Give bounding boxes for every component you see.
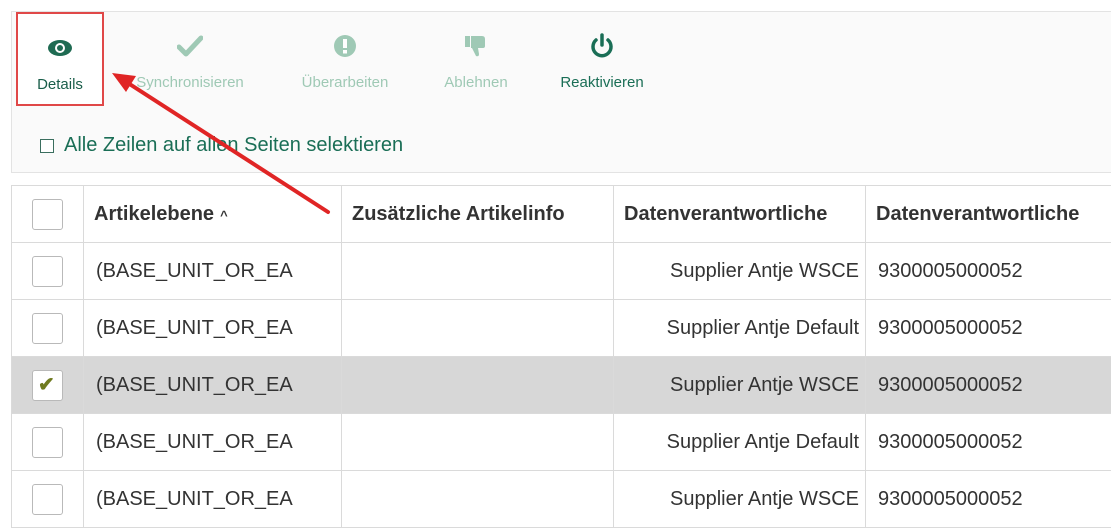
article-level-cell: (BASE_UNIT_OR_EA xyxy=(84,300,342,357)
row-select-cell xyxy=(12,414,84,471)
row-checkbox[interactable] xyxy=(32,484,63,515)
revise-label: Überarbeiten xyxy=(302,74,389,91)
article-level-cell: (BASE_UNIT_OR_EA xyxy=(84,414,342,471)
row-checkbox-checked[interactable]: ✔ xyxy=(32,370,63,401)
action-toolbar: Details Synchronisieren Überarbeiten xyxy=(12,12,1111,108)
select-all-checkbox[interactable] xyxy=(40,139,54,153)
column-header-additional-info[interactable]: Zusätzliche Artikelinfo xyxy=(342,186,614,243)
header-checkbox[interactable] xyxy=(32,199,63,230)
data-owner-cell: Supplier Antje WSCE xyxy=(614,471,866,528)
synchronize-label: Synchronisieren xyxy=(136,74,244,91)
additional-info-cell xyxy=(342,300,614,357)
data-owner-gln-cell: 9300005000052 xyxy=(866,357,1111,414)
data-owner-gln-cell: 9300005000052 xyxy=(866,414,1111,471)
toolbar-panel: Details Synchronisieren Überarbeiten xyxy=(11,11,1111,173)
table-row[interactable]: (BASE_UNIT_OR_EA Supplier Antje WSCE 930… xyxy=(12,471,1111,528)
reactivate-button[interactable]: Reaktivieren xyxy=(542,12,662,106)
reactivate-label: Reaktivieren xyxy=(560,74,643,91)
eye-icon xyxy=(47,34,73,62)
data-owner-gln-cell: 9300005000052 xyxy=(866,471,1111,528)
select-all-rows[interactable]: Alle Zeilen auf allen Seiten selektieren xyxy=(40,134,403,157)
table-row[interactable]: (BASE_UNIT_OR_EA Supplier Antje WSCE 930… xyxy=(12,243,1111,300)
data-owner-gln-cell: 9300005000052 xyxy=(866,300,1111,357)
column-header-data-owner-gln[interactable]: Datenverantwortliche xyxy=(866,186,1111,243)
additional-info-cell xyxy=(342,243,614,300)
additional-info-cell xyxy=(342,414,614,471)
data-owner-cell: Supplier Antje Default xyxy=(614,300,866,357)
additional-info-cell xyxy=(342,471,614,528)
reject-label: Ablehnen xyxy=(444,74,507,91)
row-select-cell: ✔ xyxy=(12,357,84,414)
article-level-cell: (BASE_UNIT_OR_EA xyxy=(84,357,342,414)
row-checkbox[interactable] xyxy=(32,313,63,344)
checkmark-icon: ✔ xyxy=(38,375,55,395)
data-owner-cell: Supplier Antje WSCE xyxy=(614,243,866,300)
thumbs-down-icon xyxy=(464,32,488,60)
sort-ascending-icon: ^ xyxy=(220,208,228,223)
checkmark-icon xyxy=(177,32,203,60)
table-row[interactable]: (BASE_UNIT_OR_EA Supplier Antje Default … xyxy=(12,414,1111,471)
exclamation-icon xyxy=(333,32,357,60)
additional-info-cell xyxy=(342,357,614,414)
row-checkbox[interactable] xyxy=(32,427,63,458)
data-owner-cell: Supplier Antje Default xyxy=(614,414,866,471)
data-owner-gln-cell: 9300005000052 xyxy=(866,243,1111,300)
header-select-cell xyxy=(12,186,84,243)
row-select-cell xyxy=(12,243,84,300)
article-level-cell: (BASE_UNIT_OR_EA xyxy=(84,243,342,300)
row-checkbox[interactable] xyxy=(32,256,63,287)
data-owner-cell: Supplier Antje WSCE xyxy=(614,357,866,414)
details-button[interactable]: Details xyxy=(16,12,104,106)
column-header-article-level[interactable]: Artikelebene^ xyxy=(84,186,342,243)
column-header-data-owner[interactable]: Datenverantwortliche xyxy=(614,186,866,243)
table-row-selected[interactable]: ✔ (BASE_UNIT_OR_EA Supplier Antje WSCE 9… xyxy=(12,357,1111,414)
table-header-row: Artikelebene^ Zusätzliche Artikelinfo Da… xyxy=(12,186,1111,243)
reject-button[interactable]: Ablehnen xyxy=(426,12,526,106)
revise-button[interactable]: Überarbeiten xyxy=(282,12,408,106)
article-table: Artikelebene^ Zusätzliche Artikelinfo Da… xyxy=(11,185,1111,528)
table-row[interactable]: (BASE_UNIT_OR_EA Supplier Antje Default … xyxy=(12,300,1111,357)
power-icon xyxy=(590,32,614,60)
row-select-cell xyxy=(12,300,84,357)
article-level-cell: (BASE_UNIT_OR_EA xyxy=(84,471,342,528)
details-label: Details xyxy=(37,76,83,93)
select-all-label: Alle Zeilen auf allen Seiten selektieren xyxy=(64,134,403,157)
row-select-cell xyxy=(12,471,84,528)
synchronize-button[interactable]: Synchronisieren xyxy=(114,12,266,106)
